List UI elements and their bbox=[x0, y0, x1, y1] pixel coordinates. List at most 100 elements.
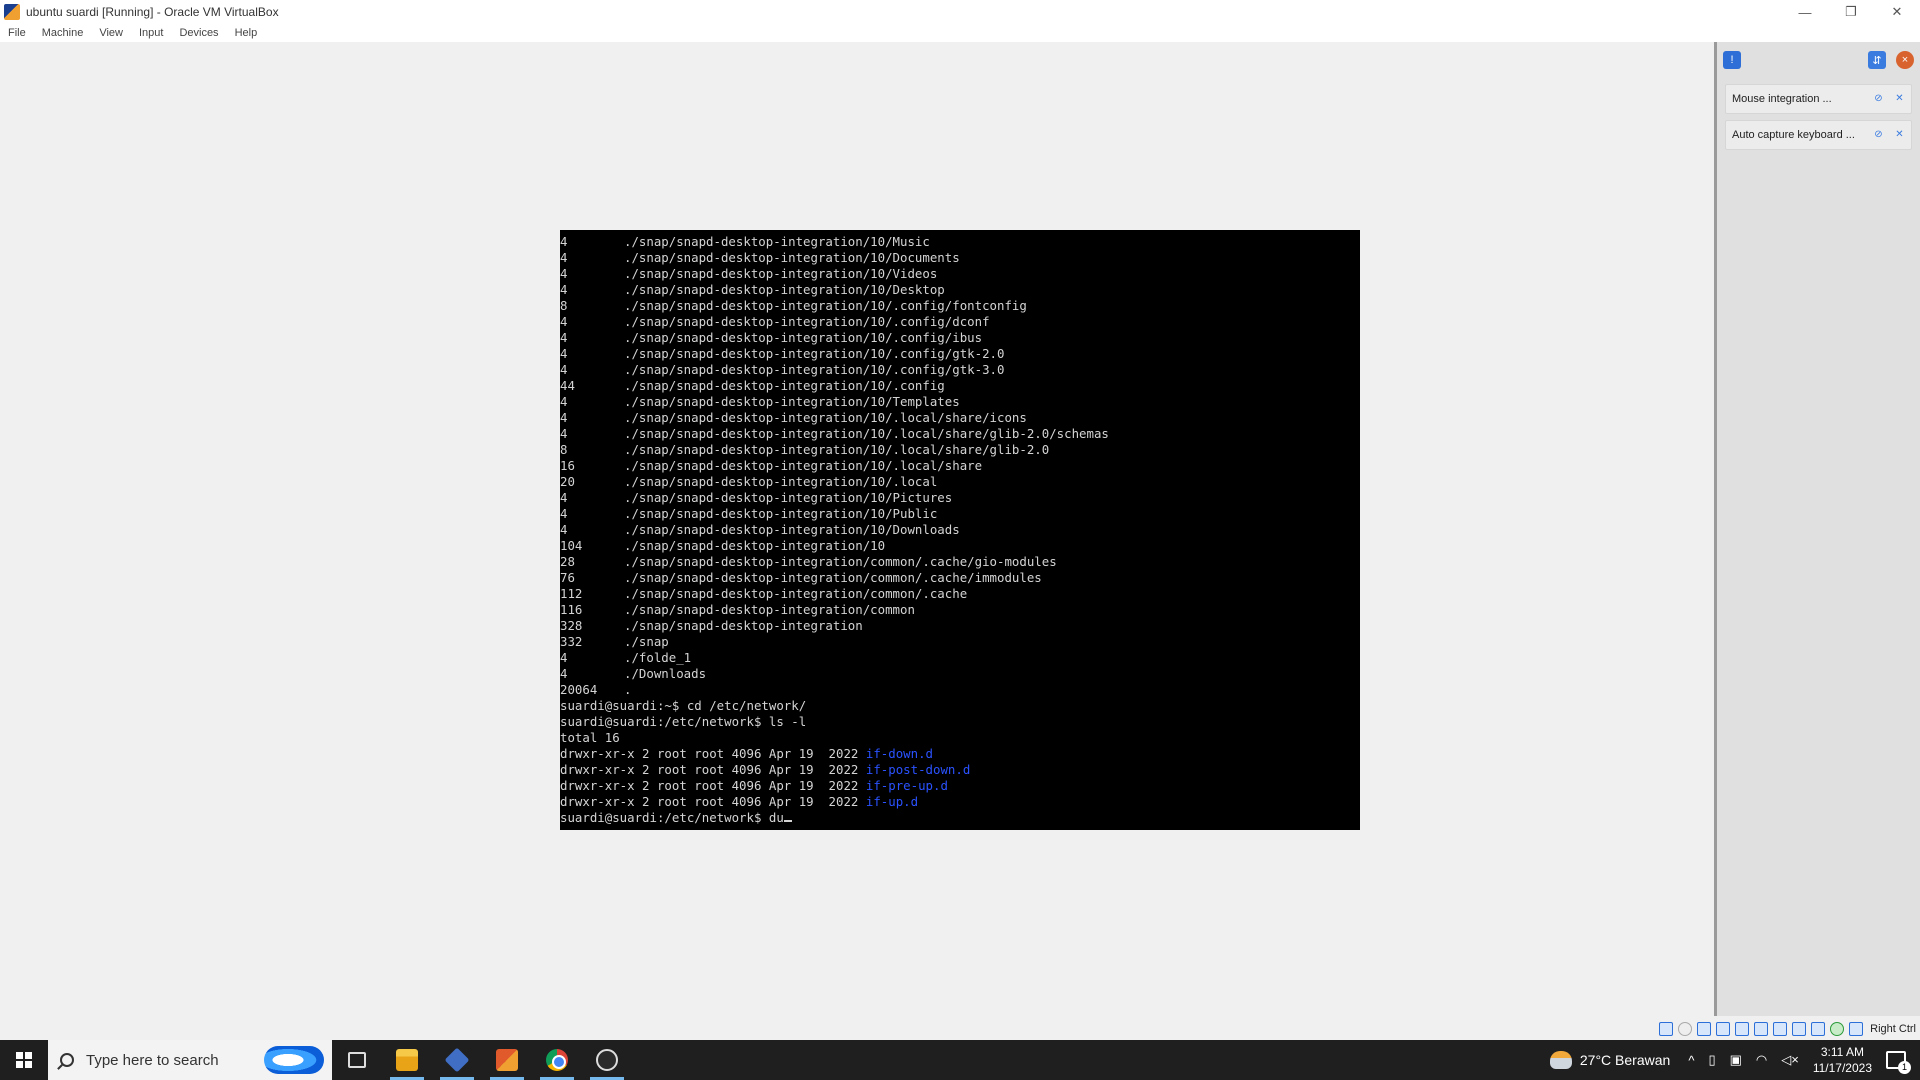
close-all-icon[interactable]: × bbox=[1896, 51, 1914, 69]
du-size: 8 bbox=[560, 442, 568, 457]
du-output-line: 4 ./snap/snapd-desktop-integration/10/Doc… bbox=[560, 250, 1360, 266]
ls-meta: drwxr-xr-x 2 root root 4096 Apr 19 2022 bbox=[560, 794, 866, 809]
du-size: 4 bbox=[560, 362, 568, 377]
restore-button[interactable]: ❐ bbox=[1828, 0, 1874, 24]
du-output-line: 4 ./snap/snapd-desktop-integration/10/.lo… bbox=[560, 410, 1360, 426]
expand-icon[interactable]: ⇵ bbox=[1868, 51, 1886, 69]
minimize-button[interactable]: — bbox=[1782, 0, 1828, 24]
du-path: ./snap/snapd-desktop-integration/10/Docu… bbox=[624, 250, 960, 265]
network-icon[interactable] bbox=[1716, 1022, 1731, 1036]
hard-disk-icon[interactable] bbox=[1659, 1022, 1674, 1036]
menu-view[interactable]: View bbox=[99, 27, 123, 39]
cpu-icon[interactable] bbox=[1811, 1022, 1826, 1036]
du-output-line: 4 ./snap/snapd-desktop-integration/10/.co… bbox=[560, 314, 1360, 330]
du-path: ./snap/snapd-desktop-integration/10/.con… bbox=[624, 346, 1005, 361]
window-titlebar[interactable]: ubuntu suardi [Running] - Oracle VM Virt… bbox=[0, 0, 1920, 24]
audio-icon[interactable] bbox=[1697, 1022, 1712, 1036]
du-output-line: 44 ./snap/snapd-desktop-integration/10/.c… bbox=[560, 378, 1360, 394]
system-tray: 27°C Berawan ^ ▯ ▣ ◠ ◁× 3:11 AM 11/17/20… bbox=[1549, 1040, 1920, 1080]
du-path: ./snap/snapd-desktop-integration/10/.con… bbox=[624, 314, 990, 329]
clock[interactable]: 3:11 AM 11/17/2023 bbox=[1813, 1044, 1872, 1076]
taskbar-virtualbox[interactable] bbox=[432, 1040, 482, 1080]
du-size: 4 bbox=[560, 394, 568, 409]
taskbar-chrome[interactable] bbox=[532, 1040, 582, 1080]
notification-center-icon[interactable]: 1 bbox=[1886, 1051, 1911, 1074]
obs-icon bbox=[596, 1049, 618, 1071]
du-output-line: 4 ./folde_1 bbox=[560, 650, 1360, 666]
du-output-line: 328 ./snap/snapd-desktop-integration bbox=[560, 618, 1360, 634]
chrome-icon bbox=[546, 1049, 568, 1071]
display-icon[interactable] bbox=[1773, 1022, 1788, 1036]
guest-terminal[interactable]: 4 ./snap/snapd-desktop-integration/10/Mus… bbox=[560, 230, 1360, 830]
security-icon[interactable]: ▣ bbox=[1730, 1052, 1742, 1068]
mouse-integration-icon[interactable] bbox=[1849, 1022, 1864, 1036]
guest-additions-icon[interactable] bbox=[1830, 1022, 1845, 1036]
du-size: 8 bbox=[560, 298, 568, 313]
menu-file[interactable]: File bbox=[8, 27, 26, 39]
du-size: 20 bbox=[560, 474, 575, 489]
start-button[interactable] bbox=[0, 1040, 48, 1080]
du-size: 4 bbox=[560, 250, 568, 265]
menu-help[interactable]: Help bbox=[235, 27, 258, 39]
weather-icon[interactable] bbox=[1549, 1051, 1572, 1069]
clock-time: 3:11 AM bbox=[1820, 1045, 1864, 1059]
usb-icon[interactable] bbox=[1735, 1022, 1750, 1036]
do-not-show-icon[interactable]: ⊘ bbox=[1873, 129, 1884, 140]
du-path: ./snap/snapd-desktop-integration bbox=[624, 618, 863, 633]
task-view-icon bbox=[348, 1052, 366, 1068]
taskbar-obs[interactable] bbox=[582, 1040, 632, 1080]
du-size: 4 bbox=[560, 314, 568, 329]
du-size: 4 bbox=[560, 666, 568, 681]
wifi-icon[interactable]: ◠ bbox=[1756, 1052, 1767, 1068]
notification-mouse-integration[interactable]: Mouse integration ... ⊘ ✕ bbox=[1725, 84, 1912, 114]
du-output-line: 112 ./snap/snapd-desktop-integration/comm… bbox=[560, 586, 1360, 602]
taskbar-search[interactable]: Type here to search bbox=[48, 1040, 332, 1080]
taskbar-file-explorer[interactable] bbox=[382, 1040, 432, 1080]
chevron-up-icon[interactable]: ^ bbox=[1688, 1053, 1694, 1068]
menu-machine[interactable]: Machine bbox=[42, 27, 84, 39]
du-size: 16 bbox=[560, 458, 575, 473]
ls-entry: drwxr-xr-x 2 root root 4096 Apr 19 2022 … bbox=[560, 778, 1360, 794]
shared-folders-icon[interactable] bbox=[1754, 1022, 1769, 1036]
dismiss-icon[interactable]: ✕ bbox=[1894, 129, 1905, 140]
menu-devices[interactable]: Devices bbox=[179, 27, 218, 39]
battery-icon[interactable]: ▯ bbox=[1708, 1052, 1715, 1068]
du-path: ./snap/snapd-desktop-integration/10/.con… bbox=[624, 362, 1005, 377]
dismiss-icon[interactable]: ✕ bbox=[1894, 93, 1905, 104]
taskbar: Type here to search 27°C Berawan ^ ▯ ▣ ◠… bbox=[0, 1040, 1920, 1080]
du-output-line: 16 ./snap/snapd-desktop-integration/10/.l… bbox=[560, 458, 1360, 474]
du-size: 4 bbox=[560, 650, 568, 665]
task-view-button[interactable] bbox=[332, 1040, 382, 1080]
vm-status-bar: Right Ctrl bbox=[0, 1018, 1920, 1040]
du-size: 4 bbox=[560, 346, 568, 361]
recording-icon[interactable] bbox=[1792, 1022, 1807, 1036]
du-size: 44 bbox=[560, 378, 575, 393]
taskbar-git-app[interactable] bbox=[482, 1040, 532, 1080]
menu-bar: File Machine View Input Devices Help bbox=[0, 24, 1920, 42]
command-line: suardi@suardi:/etc/network$ ls -l bbox=[560, 714, 807, 729]
optical-drive-icon[interactable] bbox=[1678, 1022, 1693, 1036]
do-not-show-icon[interactable]: ⊘ bbox=[1873, 93, 1884, 104]
ls-meta: drwxr-xr-x 2 root root 4096 Apr 19 2022 bbox=[560, 746, 866, 761]
vm-display[interactable]: 4 ./snap/snapd-desktop-integration/10/Mus… bbox=[0, 42, 1714, 1018]
du-path: ./folde_1 bbox=[624, 650, 692, 665]
volume-muted-icon[interactable]: ◁× bbox=[1781, 1052, 1799, 1068]
du-output-line: 4 ./snap/snapd-desktop-integration/10/Tem… bbox=[560, 394, 1360, 410]
notification-auto-capture-keyboard[interactable]: Auto capture keyboard ... ⊘ ✕ bbox=[1725, 120, 1912, 150]
du-path: ./snap/snapd-desktop-integration/10 bbox=[624, 538, 886, 553]
du-path: ./snap bbox=[624, 634, 669, 649]
du-output-line: 4 ./snap/snapd-desktop-integration/10/Pic… bbox=[560, 490, 1360, 506]
panel-header: ! ⇵ × bbox=[1717, 42, 1920, 78]
ls-total: total 16 bbox=[560, 730, 620, 745]
du-size: 4 bbox=[560, 506, 568, 521]
du-path: ./snap/snapd-desktop-integration/10/Down… bbox=[624, 522, 960, 537]
window-title: ubuntu suardi [Running] - Oracle VM Virt… bbox=[26, 5, 279, 19]
search-highlight-icon bbox=[264, 1046, 324, 1074]
du-output-line: 4 ./snap/snapd-desktop-integration/10/Dow… bbox=[560, 522, 1360, 538]
weather-text[interactable]: 27°C Berawan bbox=[1580, 1052, 1670, 1068]
clock-date: 11/17/2023 bbox=[1812, 1061, 1872, 1075]
du-output-line: 76 ./snap/snapd-desktop-integration/commo… bbox=[560, 570, 1360, 586]
close-button[interactable]: ✕ bbox=[1874, 0, 1920, 24]
du-size: 332 bbox=[560, 634, 583, 649]
menu-input[interactable]: Input bbox=[139, 27, 163, 39]
